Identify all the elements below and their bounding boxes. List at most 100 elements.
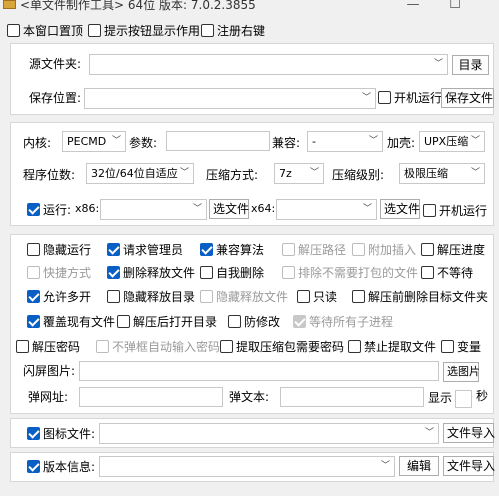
save-location-combo[interactable]: ﹀ <box>84 88 376 109</box>
chevron-down-icon[interactable]: ﹀ <box>471 132 480 151</box>
checkbox-box[interactable] <box>220 340 233 353</box>
params-input[interactable] <box>166 131 270 151</box>
checkbox-box[interactable] <box>282 243 295 256</box>
compress-method-combo[interactable]: 7z ﹀ <box>274 163 324 184</box>
x64-combo[interactable]: ﹀ <box>276 199 377 220</box>
chevron-down-icon[interactable]: ﹀ <box>363 200 372 219</box>
chevron-down-icon[interactable]: ﹀ <box>425 424 434 443</box>
checkbox-box[interactable] <box>282 266 295 279</box>
checkbox-box[interactable] <box>27 203 40 216</box>
chevron-down-icon[interactable]: ﹀ <box>471 164 480 183</box>
directory-button[interactable]: 目录 <box>452 55 489 75</box>
extract-password-checkbox[interactable]: 解压密码 <box>16 338 80 355</box>
edit-version-button[interactable]: 编辑 <box>399 456 439 476</box>
wait-all-children-checkbox[interactable]: 等待所有子进程 <box>293 313 393 330</box>
checkbox-box[interactable] <box>27 427 40 440</box>
hide-release-files-checkbox[interactable]: 隐藏释放文件 <box>200 288 288 305</box>
compat-combo[interactable]: - ﹀ <box>307 131 383 152</box>
checkbox-box[interactable] <box>200 290 213 303</box>
checkbox-box[interactable] <box>96 340 109 353</box>
arch-combo[interactable]: 32位/64位自适应 ﹀ <box>86 163 194 184</box>
icon-import-button[interactable]: 文件导入 <box>443 423 495 443</box>
popup-url-input[interactable] <box>79 387 223 407</box>
icon-file-checkbox[interactable]: 图标文件: <box>27 425 95 442</box>
checkbox-box[interactable] <box>27 243 40 256</box>
show-tooltip-checkbox[interactable]: 提示按钮显示作用 <box>88 22 200 39</box>
icon-file-combo[interactable]: ﹀ <box>99 423 439 444</box>
select-x86-file-button[interactable]: 选文件 <box>209 199 249 219</box>
chevron-down-icon[interactable]: ﹀ <box>369 132 378 151</box>
hide-release-dir-checkbox[interactable]: 隐藏释放目录 <box>107 288 195 305</box>
extract-path-checkbox[interactable]: 解压路径 <box>282 241 346 258</box>
checkbox-box[interactable] <box>16 340 29 353</box>
checkbox-box[interactable] <box>200 266 213 279</box>
select-x64-file-button[interactable]: 选文件 <box>380 199 420 219</box>
no-popup-password-checkbox[interactable]: 不弹框自动输入密码 <box>96 338 220 355</box>
maximize-button[interactable]: ☐ <box>440 0 470 13</box>
checkbox-box[interactable] <box>441 340 454 353</box>
checkbox-box[interactable] <box>107 266 120 279</box>
no-wait-checkbox[interactable]: 不等待 <box>421 264 473 281</box>
request-admin-checkbox[interactable]: 请求管理员 <box>107 241 183 258</box>
extract-needs-password-checkbox[interactable]: 提取压缩包需要密码 <box>220 338 344 355</box>
checkbox-box[interactable] <box>7 24 20 37</box>
anti-modify-checkbox[interactable]: 防修改 <box>228 313 280 330</box>
chevron-down-icon[interactable]: ﹀ <box>112 132 121 151</box>
checkbox-box[interactable] <box>27 266 40 279</box>
checkbox-box[interactable] <box>200 243 213 256</box>
open-dir-after-checkbox[interactable]: 解压后打开目录 <box>117 313 217 330</box>
checkbox-box[interactable] <box>352 290 365 303</box>
compat-algo-checkbox[interactable]: 兼容算法 <box>200 241 264 258</box>
extract-progress-checkbox[interactable]: 解压进度 <box>421 241 485 258</box>
checkbox-box[interactable] <box>378 91 391 104</box>
delete-target-before-checkbox[interactable]: 解压前删除目标文件夹 <box>352 288 488 305</box>
checkbox-box[interactable] <box>421 243 434 256</box>
x86-combo[interactable]: ﹀ <box>100 199 207 220</box>
select-image-button[interactable]: 选图片 <box>443 362 480 382</box>
chevron-down-icon[interactable]: ﹀ <box>381 457 390 476</box>
kernel-combo[interactable]: PECMD ﹀ <box>62 131 126 152</box>
forbid-extract-checkbox[interactable]: 禁止提取文件 <box>348 338 436 355</box>
checkbox-box[interactable] <box>27 460 40 473</box>
chevron-down-icon[interactable]: ﹀ <box>310 164 319 183</box>
version-info-combo[interactable]: ﹀ <box>99 456 395 477</box>
splash-image-input[interactable] <box>79 361 439 381</box>
version-import-button[interactable]: 文件导入 <box>443 456 495 476</box>
register-context-checkbox[interactable]: 注册右键 <box>201 22 265 39</box>
attach-insert-checkbox[interactable]: 附加插入 <box>352 241 416 258</box>
shortcut-checkbox[interactable]: 快捷方式 <box>27 264 91 281</box>
popup-text-input[interactable] <box>280 387 424 407</box>
checkbox-box[interactable] <box>423 204 436 217</box>
checkbox-box[interactable] <box>27 290 40 303</box>
checkbox-box[interactable] <box>228 315 241 328</box>
run-startup-checkbox[interactable]: 开机运行 <box>423 202 487 219</box>
source-folder-combo[interactable]: ﹀ <box>89 54 448 75</box>
checkbox-box[interactable] <box>201 24 214 37</box>
checkbox-box[interactable] <box>107 290 120 303</box>
hide-run-checkbox[interactable]: 隐藏运行 <box>27 241 91 258</box>
chevron-down-icon[interactable]: ﹀ <box>193 200 202 219</box>
save-startup-checkbox[interactable]: 开机运行 <box>378 89 442 106</box>
always-on-top-checkbox[interactable]: 本窗口置顶 <box>7 22 83 39</box>
shell-combo[interactable]: UPX压缩 ﹀ <box>419 131 485 152</box>
checkbox-box[interactable] <box>107 243 120 256</box>
version-info-checkbox[interactable]: 版本信息: <box>27 458 95 475</box>
checkbox-box[interactable] <box>27 315 40 328</box>
compress-level-combo[interactable]: 极限压缩 ﹀ <box>399 163 485 184</box>
variable-checkbox[interactable]: 变量 <box>441 338 481 355</box>
checkbox-box[interactable] <box>117 315 130 328</box>
chevron-down-icon[interactable]: ﹀ <box>180 164 189 183</box>
checkbox-box[interactable] <box>88 24 101 37</box>
overwrite-existing-checkbox[interactable]: 覆盖现有文件 <box>27 313 115 330</box>
checkbox-box[interactable] <box>352 243 365 256</box>
exclude-unneeded-checkbox[interactable]: 排除不需要打包的文件 <box>282 264 418 281</box>
chevron-down-icon[interactable]: ﹀ <box>362 89 371 108</box>
self-delete-checkbox[interactable]: 自我删除 <box>200 264 264 281</box>
checkbox-box[interactable] <box>293 315 306 328</box>
save-file-button[interactable]: 保存文件 <box>441 88 494 108</box>
checkbox-box[interactable] <box>421 266 434 279</box>
checkbox-box[interactable] <box>348 340 361 353</box>
checkbox-box[interactable] <box>297 290 310 303</box>
delete-released-checkbox[interactable]: 删除释放文件 <box>107 264 195 281</box>
read-only-checkbox[interactable]: 只读 <box>297 288 337 305</box>
